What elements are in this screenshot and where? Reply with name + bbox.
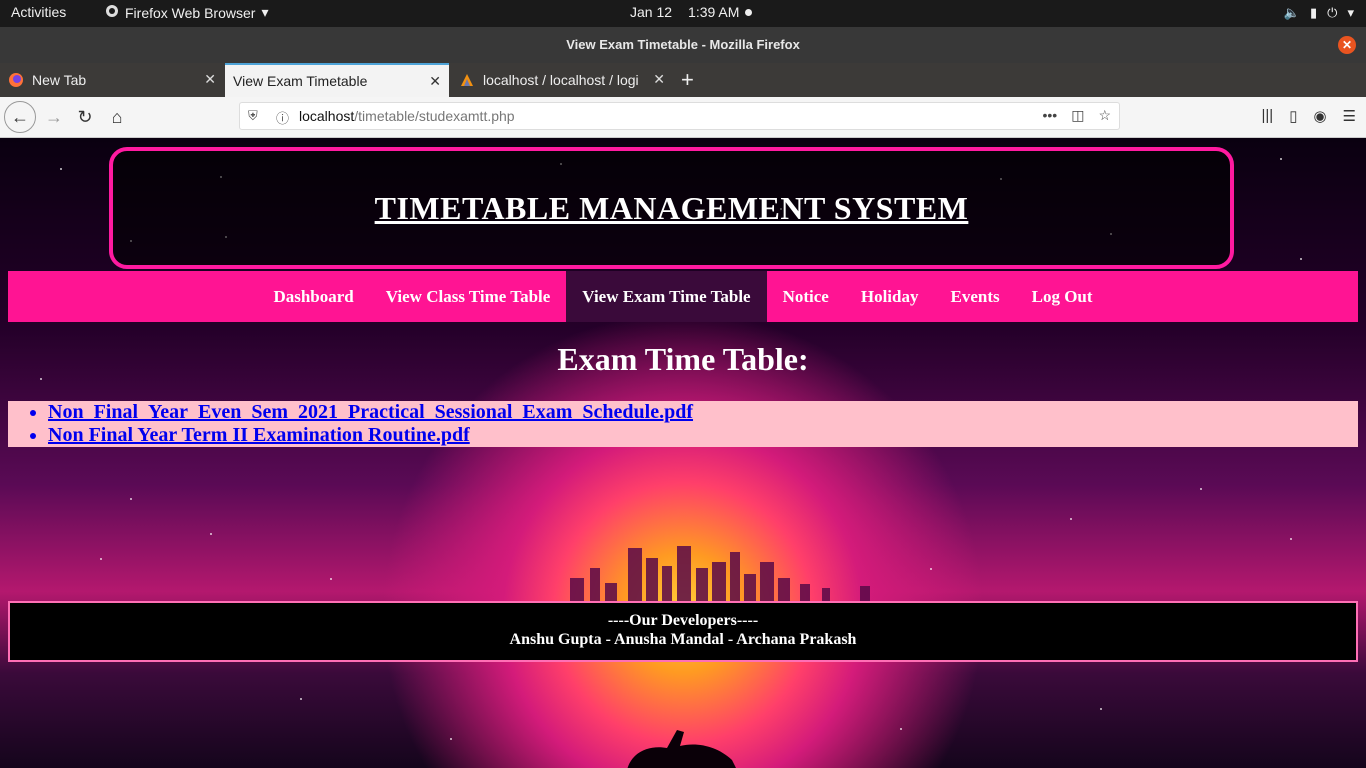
tab-view-exam-timetable[interactable]: View Exam Timetable ✕ (225, 63, 449, 97)
pocket-icon[interactable]: ◫ (1071, 107, 1084, 124)
close-window-button[interactable]: ✕ (1338, 36, 1356, 54)
app-menu-label: Firefox Web Browser (125, 4, 256, 21)
library-icon[interactable]: ||| (1261, 107, 1273, 125)
main-menu: Dashboard View Class Time Table View Exa… (8, 271, 1358, 322)
tab-new-tab[interactable]: New Tab ✕ (0, 63, 224, 97)
tab-label: View Exam Timetable (233, 73, 368, 89)
window-titlebar: View Exam Timetable - Mozilla Firefox ✕ (0, 27, 1366, 63)
back-button[interactable]: ← (4, 101, 36, 133)
toolbar-right: ||| ▯ ◉ ☰ (1261, 107, 1356, 125)
footer-developers: Anshu Gupta - Anusha Mandal - Archana Pr… (509, 631, 857, 648)
account-icon[interactable]: ◉ (1313, 107, 1326, 125)
volume-icon: 🔈 (1283, 5, 1301, 20)
firefox-icon (105, 4, 119, 21)
site-title: TIMETABLE MANAGEMENT SYSTEM (374, 189, 969, 226)
tab-phpmyadmin[interactable]: localhost / localhost / logi ✕ (451, 63, 673, 97)
sidebar-icon[interactable]: ▯ (1289, 107, 1297, 125)
close-icon: ✕ (1341, 38, 1353, 52)
menu-item-holiday[interactable]: Holiday (845, 271, 935, 322)
shield-icon[interactable]: ⛨ (248, 108, 258, 124)
window-title: View Exam Timetable - Mozilla Firefox (566, 37, 800, 52)
tab-bar: New Tab ✕ View Exam Timetable ✕ localhos… (0, 63, 1366, 97)
battery-icon: ▮ (1310, 5, 1318, 20)
firefox-icon (8, 72, 24, 88)
web-page: TIMETABLE MANAGEMENT SYSTEM Dashboard Vi… (0, 138, 1366, 768)
home-icon: ⌂ (111, 107, 123, 127)
exam-file-list: Non_Final_Year_Even_Sem_2021_Practical_S… (8, 401, 1358, 447)
section-title: Exam Time Table: (557, 341, 809, 377)
app-menu[interactable]: Firefox Web Browser ▾ (105, 4, 268, 21)
close-icon[interactable]: ✕ (653, 71, 665, 88)
menu-item-view-exam-time-table[interactable]: View Exam Time Table (566, 271, 767, 322)
tab-label: New Tab (32, 72, 87, 88)
system-top-bar: Activities Firefox Web Browser ▾ Jan 12 … (0, 0, 1366, 27)
url-host: localhost (299, 108, 355, 124)
close-icon[interactable]: ✕ (429, 73, 441, 90)
system-tray[interactable]: 🔈 ▮ ⏻ ▾ (1284, 5, 1354, 21)
list-item: Non_Final_Year_Even_Sem_2021_Practical_S… (48, 401, 1358, 424)
chevron-down-icon: ▾ (1347, 5, 1354, 20)
power-icon: ⏻ (1327, 5, 1338, 20)
city-skyline-graphic (570, 546, 870, 601)
back-icon: ← (11, 107, 29, 127)
menu-item-events[interactable]: Events (934, 271, 1015, 322)
list-item: Non Final Year Term II Examination Routi… (48, 424, 1358, 447)
star-icon[interactable]: ☆ (1098, 107, 1111, 124)
url-path: /timetable/studexamtt.php (354, 108, 515, 124)
more-icon[interactable]: ••• (1042, 107, 1057, 124)
file-link[interactable]: Non_Final_Year_Even_Sem_2021_Practical_S… (48, 401, 693, 423)
clock-time: 1:39 AM (688, 4, 740, 20)
clock[interactable]: Jan 12 1:39 AM (630, 4, 753, 20)
notification-dot (745, 8, 753, 16)
menu-item-log-out[interactable]: Log Out (1016, 271, 1109, 322)
menu-item-notice[interactable]: Notice (767, 271, 845, 322)
motorcycle-silhouette-graphic (627, 730, 736, 768)
activities-button[interactable]: Activities (11, 4, 66, 20)
address-bar[interactable]: ⛨ ⓘ localhost/timetable/studexamtt.php •… (239, 102, 1120, 130)
forward-icon: → (45, 107, 63, 127)
chevron-down-icon: ▾ (261, 4, 269, 20)
url-tools: ••• ◫ ☆ (1042, 107, 1111, 124)
home-button[interactable]: ⌂ (103, 103, 131, 131)
file-link[interactable]: Non Final Year Term II Examination Routi… (48, 424, 470, 446)
menu-icon[interactable]: ☰ (1343, 107, 1356, 125)
reload-icon: ↻ (77, 107, 93, 127)
header-banner: TIMETABLE MANAGEMENT SYSTEM (109, 147, 1234, 269)
footer-heading: ----Our Developers---- (607, 612, 759, 629)
info-icon[interactable]: ⓘ (276, 108, 289, 127)
clock-date: Jan 12 (630, 4, 673, 20)
footer: ----Our Developers---- Anshu Gupta - Anu… (8, 601, 1358, 662)
tab-label: localhost / localhost / logi (483, 72, 639, 88)
reload-button[interactable]: ↻ (71, 103, 99, 131)
phpmyadmin-icon (459, 72, 475, 88)
menu-item-view-class-time-table[interactable]: View Class Time Table (370, 271, 567, 322)
url-text[interactable]: localhost/timetable/studexamtt.php (299, 108, 515, 124)
plus-icon[interactable]: + (681, 67, 694, 93)
forward-button[interactable]: → (40, 103, 68, 131)
navigation-toolbar: ← → ↻ ⌂ ⛨ ⓘ localhost/timetable/studexam… (0, 97, 1366, 138)
close-icon[interactable]: ✕ (204, 71, 216, 88)
menu-item-dashboard[interactable]: Dashboard (257, 271, 369, 322)
